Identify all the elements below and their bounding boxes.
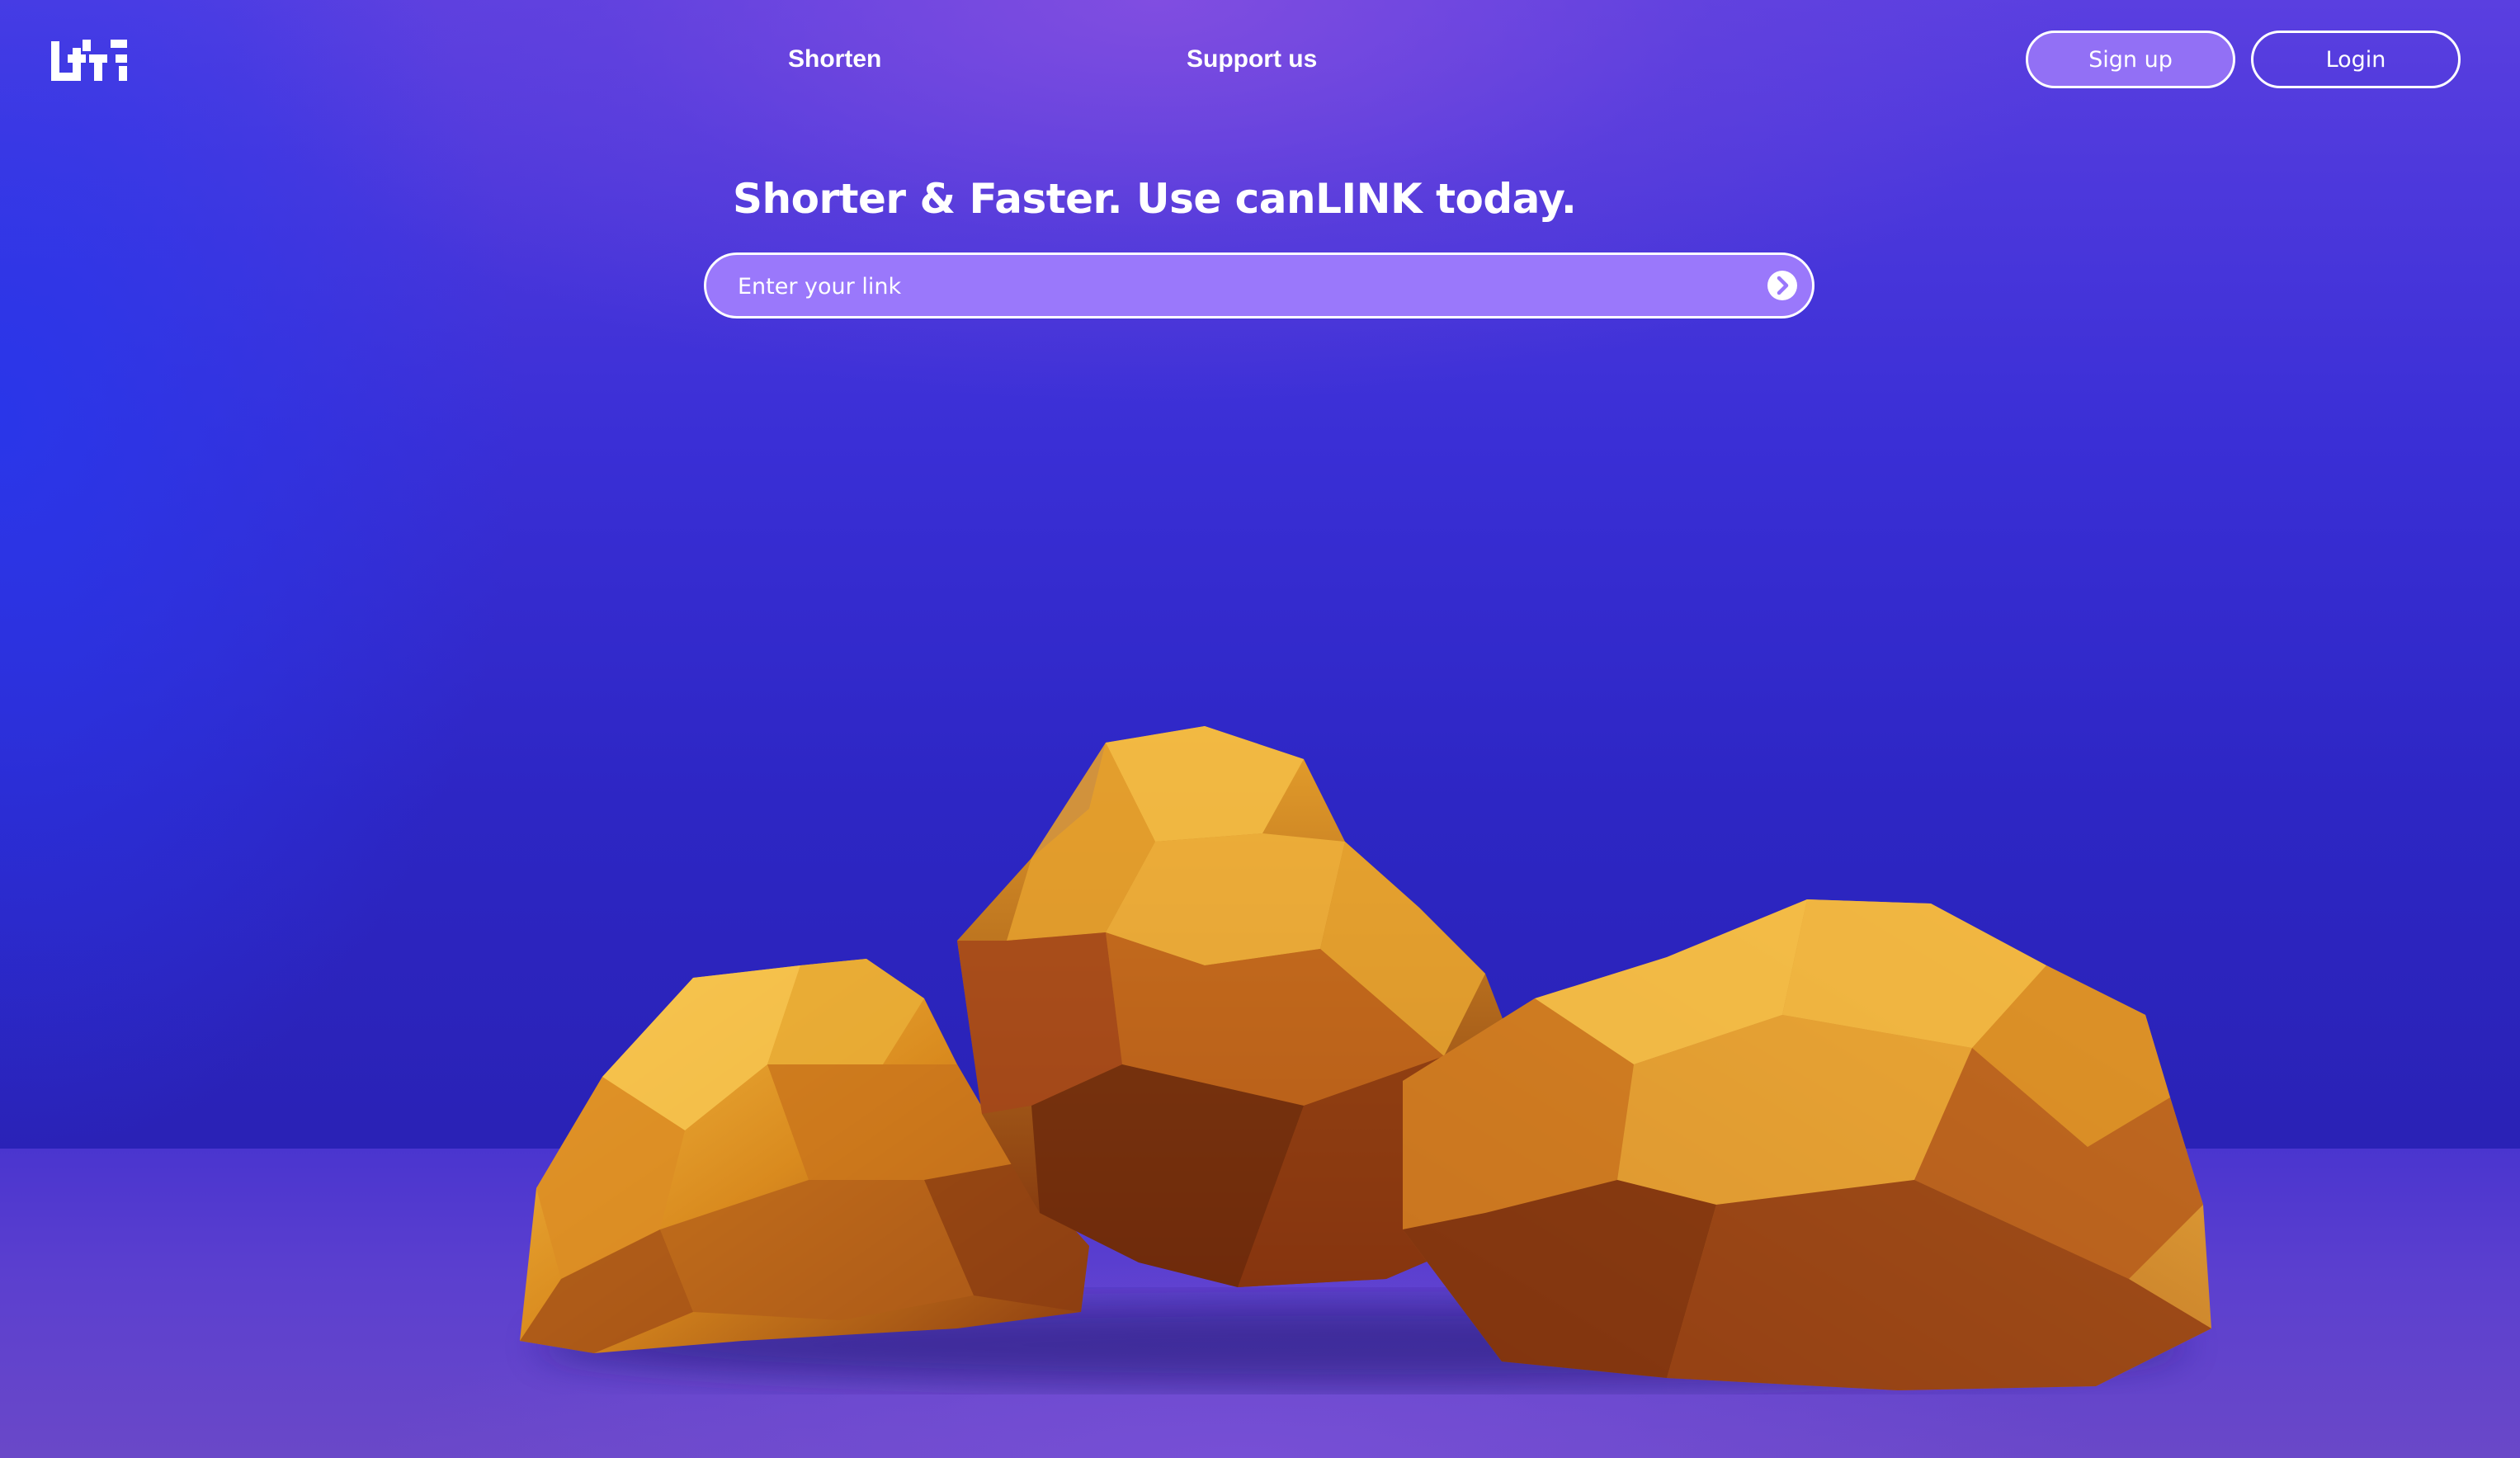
lh-logo-icon[interactable]	[50, 36, 129, 83]
login-button[interactable]: Login	[2251, 31, 2461, 88]
right-rock	[1403, 899, 2211, 1390]
gold-rocks-illustration	[520, 726, 2211, 1390]
nav-support-us-link[interactable]: Support us	[1187, 43, 1317, 76]
link-input-bar	[704, 252, 1814, 318]
nav-shorten-link[interactable]: Shorten	[788, 43, 881, 76]
hero-headline: Shorter & Faster. Use canLINK today.	[733, 175, 1577, 223]
link-input[interactable]	[736, 255, 1730, 318]
sign-up-button[interactable]: Sign up	[2026, 31, 2235, 88]
chevron-right-circle-icon[interactable]	[1766, 269, 1799, 302]
